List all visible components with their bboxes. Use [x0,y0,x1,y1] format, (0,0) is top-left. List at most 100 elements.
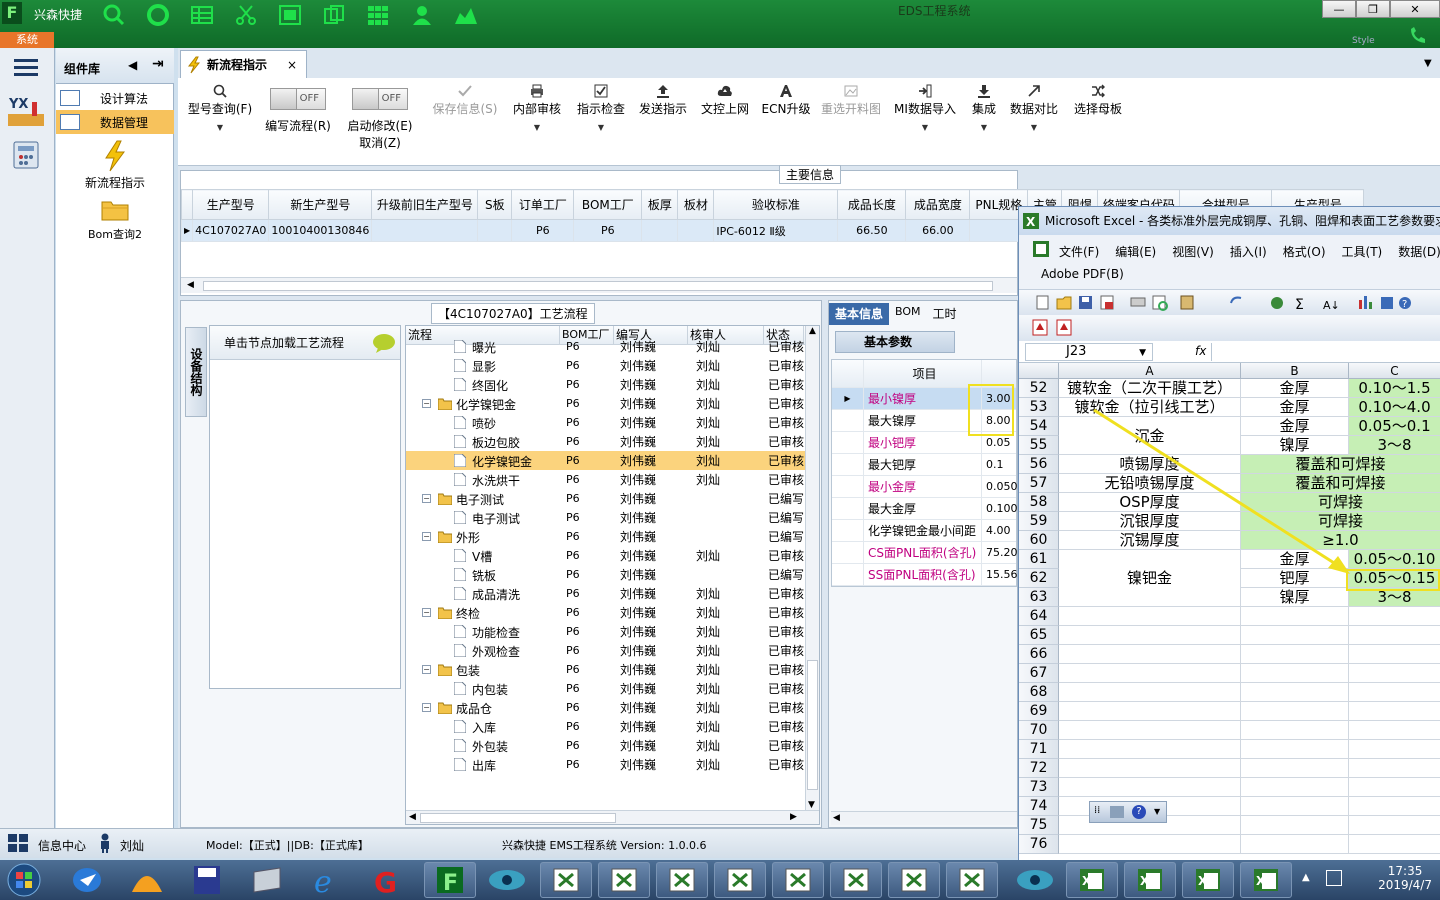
minimize-button[interactable]: — [1322,0,1356,18]
tree-row[interactable]: 铣板 P6 刘伟巍 已编写 [406,565,819,584]
row-header[interactable]: 54 [1019,417,1059,436]
calculator-icon[interactable] [12,140,40,170]
column-header[interactable]: 板厚 [641,189,679,220]
tab-basic-info[interactable]: 基本信息 [829,303,890,325]
chevron-left-icon[interactable]: ◀ [128,58,137,72]
scroll-left-icon[interactable]: ◀ [187,280,194,290]
launcher-new-process[interactable]: 新流程指示 [56,140,174,191]
maximize-button[interactable]: ❐ [1356,0,1390,18]
tree-row[interactable]: 入库 P6 刘伟巍 刘灿 已审核 [406,717,819,736]
data-compare-button[interactable]: 数据对比 ▼ [1008,82,1060,132]
table-icon[interactable] [180,2,224,28]
tree-row[interactable]: 曝光 P6 刘伟巍 刘灿 已审核 [406,337,819,356]
cell[interactable] [1349,664,1440,683]
param-value[interactable]: 15.56 [982,564,1018,585]
row-header[interactable]: 73 [1019,778,1059,797]
toggle-switch[interactable]: OFF [270,88,326,110]
excel-menu-item[interactable]: 视图(V) [1172,243,1214,260]
hamburger-menu-icon[interactable] [14,58,38,78]
write-process-toggle[interactable]: OFF 编写流程(R) [262,88,334,134]
cell[interactable] [1349,607,1440,626]
internal-review-button[interactable]: 内部审核 ▼ [508,82,566,132]
tree-row[interactable]: − 外形 P6 刘伟巍 已编写 [406,527,819,546]
row-header[interactable]: 62 [1019,569,1059,588]
vertical-scrollbar[interactable]: ▲ ▼ [805,326,819,810]
close-tab-icon[interactable]: × [287,58,297,72]
instruction-check-button[interactable]: 指示检查 ▼ [572,82,630,132]
ie-browser-icon[interactable]: e [306,864,348,896]
cell[interactable] [1059,778,1241,797]
subtab-basic-params[interactable]: 基本参数 [835,331,955,353]
scroll-left-icon[interactable]: ◀ [409,812,416,822]
row-header[interactable]: 66 [1019,645,1059,664]
horizontal-scrollbar[interactable]: ◀ [181,277,1017,293]
column-header[interactable]: 项目 [864,360,982,387]
tree-row[interactable]: 喷砂 P6 刘伟巍 刘灿 已审核 [406,413,819,432]
keyboard-icon[interactable] [1110,806,1124,818]
param-value[interactable]: 0.1 [982,454,1016,475]
pdf-icons[interactable] [1019,315,1119,341]
row-header[interactable]: 67 [1019,664,1059,683]
excel-toolbar-icons[interactable]: Σ A↓ ? [1019,290,1440,316]
chart-icon[interactable] [444,2,488,28]
cell[interactable] [1059,702,1241,721]
param-row[interactable]: 最大金厚 0.100 [832,498,1018,520]
column-header[interactable]: BOM工厂 [573,189,643,220]
name-box[interactable]: J23 ▼ [1025,343,1153,361]
help-icon[interactable]: ? [1132,805,1146,819]
system-tab[interactable]: 系统 [0,32,54,48]
cell[interactable]: 3～8 [1349,436,1440,455]
excel-taskbar-button[interactable] [888,862,940,898]
row-header[interactable]: 65 [1019,626,1059,645]
save-info-button[interactable]: 保存信息(S) [430,82,500,117]
cell[interactable] [1241,778,1349,797]
param-row[interactable]: 最小金厚 0.050 [832,476,1018,498]
cell[interactable] [1241,664,1349,683]
scissors-icon[interactable] [224,2,268,28]
cell[interactable] [1349,702,1440,721]
excel-menu-item[interactable]: 数据(D) [1398,243,1440,260]
model-query-button[interactable]: 型号查询(F) ▼ [184,82,256,132]
cell[interactable] [1241,740,1349,759]
row-header[interactable]: 63 [1019,588,1059,607]
collapse-icon[interactable]: − [422,494,431,503]
cell[interactable] [1349,797,1440,816]
row-header[interactable]: 60 [1019,531,1059,550]
column-header[interactable]: A [1059,363,1241,379]
row-header[interactable]: 71 [1019,740,1059,759]
scroll-down-icon[interactable]: ▼ [808,800,815,810]
tree-row[interactable]: − 电子测试 P6 刘伟巍 已编写 [406,489,819,508]
excel-menu-item[interactable]: 文件(F) [1059,243,1099,260]
start-modify-toggle[interactable]: OFF 启动修改(E) 取消(Z) [342,88,418,151]
cell[interactable] [1241,702,1349,721]
table-cell[interactable]: P6 [511,219,575,242]
copy-icon[interactable] [312,2,356,28]
scroll-left-icon[interactable]: ◀ [833,813,840,823]
table-cell[interactable] [477,219,513,242]
cell[interactable] [1059,664,1241,683]
pin-icon[interactable]: ⇥ [152,56,164,72]
excel-taskbar-button[interactable] [772,862,824,898]
tab-overflow-icon[interactable]: ▼ [1424,58,1432,69]
collapse-icon[interactable]: − [422,703,431,712]
send-instruction-button[interactable]: 发送指示 [634,82,692,117]
cell[interactable] [1349,721,1440,740]
param-row[interactable]: SS面PNL面积(含孔) 15.56 [832,564,1018,586]
mi-data-import-button[interactable]: MI数据导入 ▼ [892,82,958,132]
cell[interactable]: 镍厚 [1241,588,1349,607]
param-value[interactable]: 0.100 [982,498,1018,519]
column-header[interactable]: 板材 [677,189,715,220]
collapse-icon[interactable]: − [422,532,431,541]
excel-menu-item[interactable]: 格式(O) [1283,243,1326,260]
scroll-up-icon[interactable]: ▲ [806,326,819,336]
column-header[interactable]: B [1241,363,1349,379]
column-header[interactable]: 订单工厂 [511,189,575,220]
row-header[interactable]: 74 [1019,797,1059,816]
close-button[interactable]: ✕ [1390,0,1440,18]
param-row[interactable]: 化学镍钯金最小间距 4.00 [832,520,1016,542]
info-center-link[interactable]: 信息中心 [38,837,86,854]
fish-app-icon[interactable] [484,864,530,896]
tree-row[interactable]: 显影 P6 刘伟巍 刘灿 已审核 [406,356,819,375]
chevron-down-icon[interactable]: ▼ [1139,345,1146,361]
collapse-icon[interactable]: − [422,665,431,674]
